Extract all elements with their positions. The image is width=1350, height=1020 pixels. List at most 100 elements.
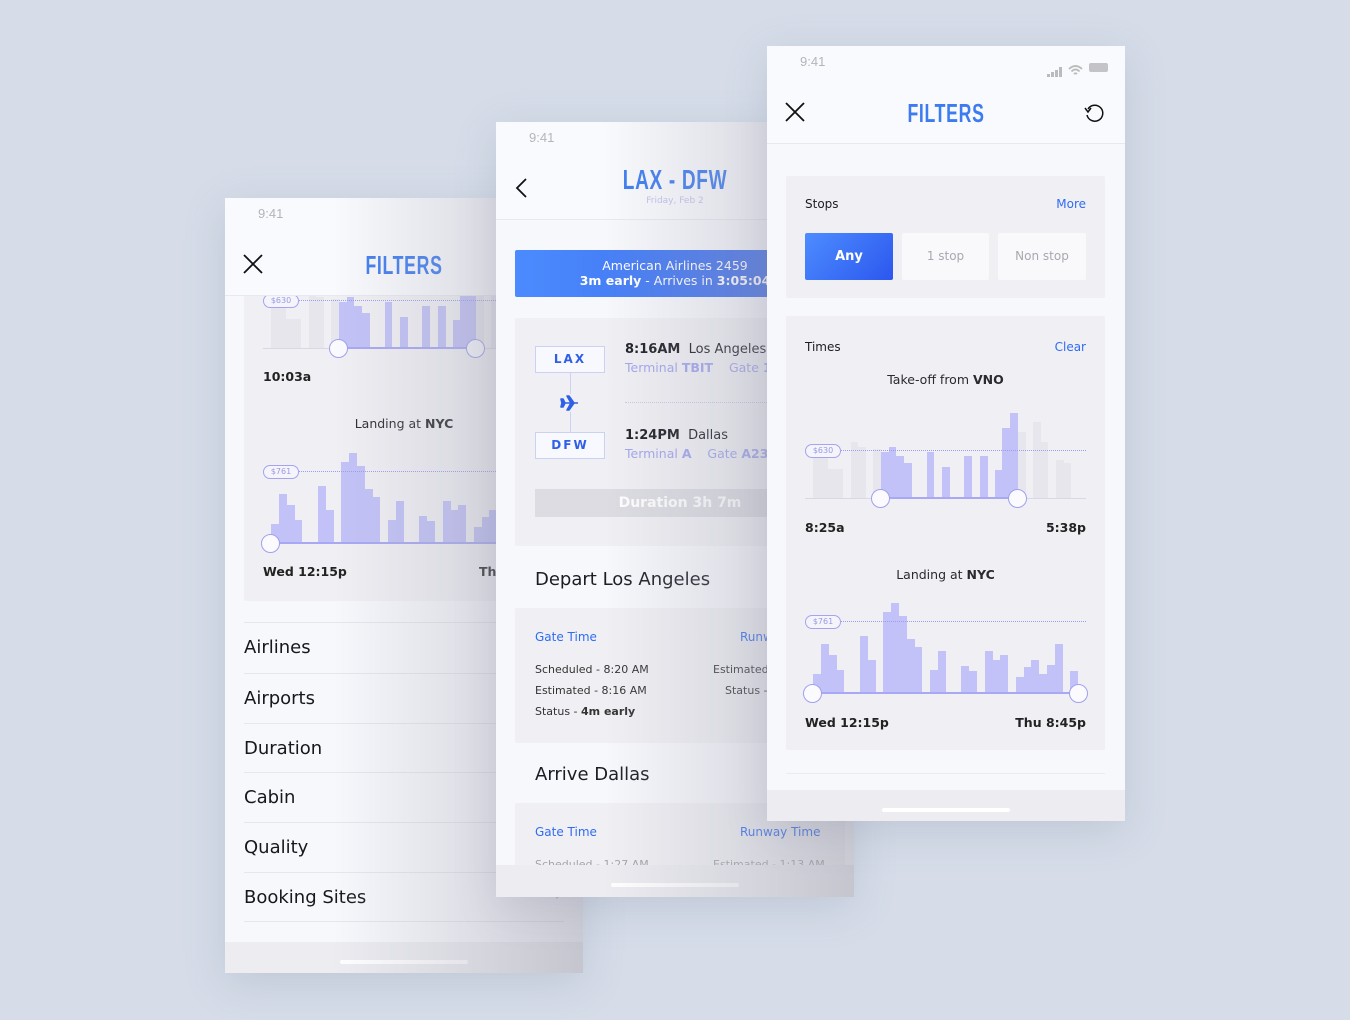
histogram-bar [395, 501, 404, 544]
home-bar [767, 790, 1125, 821]
range-start-handle[interactable] [871, 489, 891, 508]
arrival-time: 1:24PM [625, 428, 680, 443]
gate-label: Gate [728, 360, 763, 375]
runway-estimated: Estimated [713, 663, 769, 676]
departure-terminal: Terminal TBIT Gate 153 [625, 360, 789, 375]
terminal-value: TBIT [681, 360, 714, 375]
histogram-bar [426, 521, 435, 544]
arrival-info: 1:24PM Dallas [625, 428, 728, 443]
stops-label: Stops [805, 197, 839, 211]
histogram-bar [372, 497, 381, 544]
takeoff-airport: VNO [972, 372, 1004, 387]
landing-prefix: Landing at [896, 567, 967, 582]
terminal-value: A [681, 446, 692, 461]
plane-icon [560, 394, 581, 412]
times-card: Times Clear Take-off from VNO $630 8:25a… [786, 316, 1105, 750]
departure-info: 8:16AM Los Angeles [625, 342, 766, 357]
home-indicator[interactable] [340, 960, 468, 964]
selected-range-track [880, 497, 1018, 499]
price-reference-line [841, 450, 1086, 451]
histogram-bar [858, 447, 867, 499]
destination-code: DFW [535, 432, 605, 459]
price-badge: $630 [263, 294, 299, 308]
histogram-bar [294, 520, 303, 544]
home-bar [225, 942, 583, 973]
price-badge: $630 [805, 444, 841, 458]
price-reference-line [841, 621, 1086, 622]
histogram-bar [867, 660, 876, 694]
stops-more-link[interactable]: More [1056, 197, 1086, 211]
range-start-handle[interactable] [329, 339, 349, 358]
home-indicator[interactable] [882, 808, 1010, 812]
close-icon[interactable] [242, 253, 266, 277]
price-badge: $761 [263, 465, 299, 479]
gate-label: Gate [707, 446, 742, 461]
selected-range-track [338, 347, 476, 349]
histogram-bar [926, 452, 935, 499]
histogram-bar [361, 313, 370, 349]
origin-code: LAX [535, 346, 605, 373]
landing-prefix: Landing at [354, 416, 426, 431]
takeoff-start-label: 10:03a [263, 369, 312, 384]
histogram-bar [835, 469, 844, 499]
status-value: 4m early [581, 705, 636, 718]
status-line: Status - 4m early [535, 705, 635, 718]
range-end-handle[interactable] [466, 339, 486, 358]
landing-airport: NYC [425, 416, 454, 431]
histogram-bar [903, 463, 912, 499]
terminal-label: Terminal [625, 446, 682, 461]
histogram-bar [1063, 463, 1072, 499]
histogram-bar [979, 456, 988, 499]
landing-end-label: Thu 8:45p [1015, 715, 1086, 730]
reset-icon[interactable] [1083, 101, 1107, 125]
close-icon[interactable] [784, 101, 808, 125]
arrival-terminal: Terminal A Gate A23 [625, 446, 768, 461]
range-end-handle[interactable] [1068, 684, 1088, 703]
range-start-handle[interactable] [803, 684, 823, 703]
histogram-bar [437, 306, 446, 349]
stops-option-any[interactable]: Any [805, 233, 893, 280]
route-title: LAX - DFW [622, 164, 728, 195]
takeoff-title: Take-off from VNO [786, 372, 1105, 387]
divider [786, 773, 1105, 774]
histogram-bar [964, 456, 973, 499]
histogram-bar [316, 297, 325, 349]
stops-option-non-stop[interactable]: Non stop [998, 233, 1086, 280]
status-label: Status - [535, 705, 582, 718]
range-start-handle[interactable] [261, 534, 281, 553]
early-status: 3m early [579, 273, 642, 288]
departure-city: Los Angeles [688, 342, 767, 357]
takeoff-end-label: 5:38p [1045, 520, 1086, 535]
battery-icon [1089, 63, 1108, 72]
departure-time: 8:16AM [625, 342, 681, 357]
page-title: FILTERS [365, 250, 443, 280]
status-time: 9:41 [800, 54, 826, 69]
histogram-bar [937, 651, 946, 694]
price-badge: $761 [805, 615, 841, 629]
gate-value: A23 [741, 446, 769, 461]
page-title: FILTERS [907, 98, 985, 128]
filters-screen: 9:41 FILTERS Stops More Any 1 stop Non s… [767, 46, 1125, 821]
home-indicator[interactable] [611, 883, 739, 887]
stops-option-1-stop[interactable]: 1 stop [902, 233, 989, 280]
landing-start-label: Wed 12:15p [263, 564, 347, 579]
arrive-section-title: Arrive Dallas [535, 764, 650, 785]
times-clear-link[interactable]: Clear [1055, 340, 1086, 354]
histogram-bar [1000, 655, 1009, 694]
range-end-handle[interactable] [1008, 489, 1028, 508]
gate-time-heading: Gate Time [535, 630, 597, 644]
status-time: 9:41 [258, 206, 284, 221]
histogram-bar [384, 302, 393, 349]
selected-range-track [812, 692, 1079, 694]
header: 9:41 FILTERS [767, 46, 1125, 144]
terminal-label: Terminal [625, 360, 682, 375]
histogram-bar [914, 647, 923, 694]
histogram-bar [325, 510, 334, 544]
histogram-bar [1054, 644, 1063, 694]
histogram-bar [836, 670, 845, 694]
landing-title: Landing at NYC [786, 567, 1105, 582]
scheduled-time: Scheduled - 8:20 AM [535, 663, 649, 676]
arrives-countdown: 3:05:04 [716, 273, 771, 288]
wifi-icon [1068, 61, 1083, 80]
gate-time-heading: Gate Time [535, 825, 597, 839]
